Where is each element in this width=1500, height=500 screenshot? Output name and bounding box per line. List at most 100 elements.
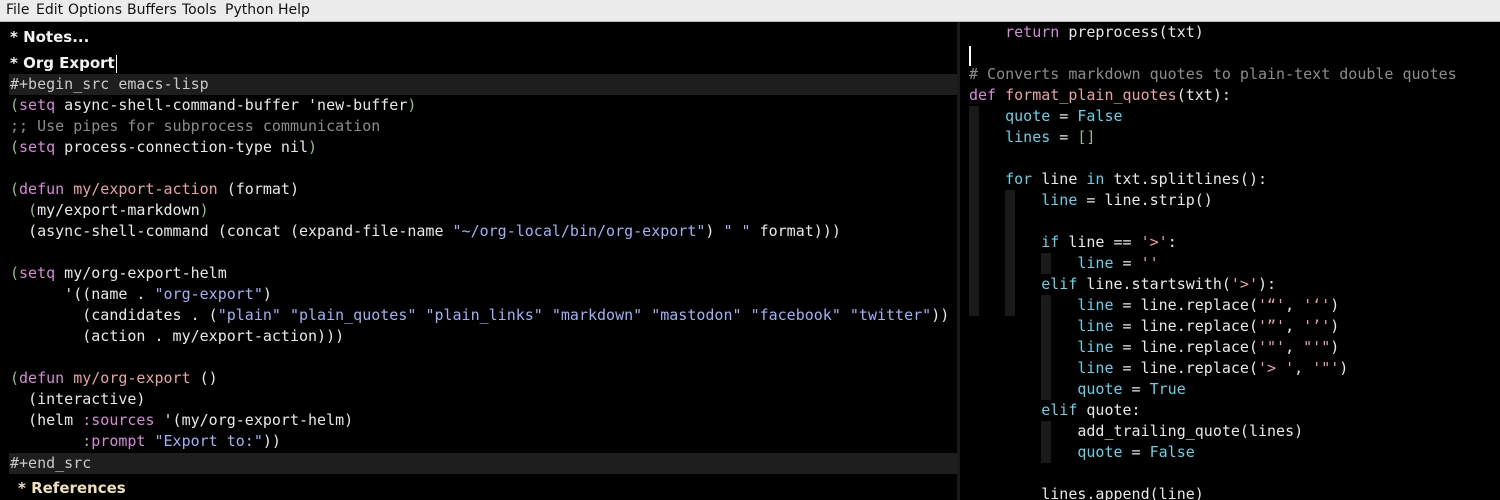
code-line[interactable]: return preprocess(txt): [969, 22, 1204, 43]
code-line[interactable]: quote = True: [969, 379, 1185, 400]
code-line[interactable]: line = '': [969, 253, 1158, 274]
menu-edit[interactable]: Edit: [35, 1, 64, 19]
code-line[interactable]: for line in txt.splitlines():: [969, 169, 1267, 190]
code-text: ,: [1294, 359, 1313, 377]
menu-options[interactable]: Options: [67, 1, 123, 19]
menu-tools[interactable]: Tools: [181, 1, 218, 19]
code-line[interactable]: '((name . "org-export"): [10, 284, 272, 305]
function-name: my/org-export: [64, 369, 191, 387]
code-line[interactable]: (async-shell-command (concat (expand-fil…: [10, 221, 841, 242]
code-line[interactable]: if line == '>':: [969, 232, 1176, 253]
code-text: = line.replace(: [1113, 296, 1258, 314]
variable: line: [1077, 317, 1114, 335]
string: '> ': [1258, 359, 1295, 377]
code-text: ): [262, 285, 272, 303]
function-name: format_plain_quotes: [996, 86, 1177, 104]
paren: ): [308, 138, 318, 156]
python-buffer-window[interactable]: return preprocess(txt) # Converts markdo…: [960, 22, 1500, 500]
code-text: =: [1050, 128, 1078, 146]
code-text: (helm: [28, 411, 83, 429]
code-line[interactable]: (setq my/org-export-helm: [10, 263, 227, 284]
code-text: quote:: [1077, 401, 1141, 419]
code-text: line: [1032, 170, 1087, 188]
code-text: ): [1339, 359, 1349, 377]
code-line[interactable]: (my/export-markdown): [10, 200, 209, 221]
code-text: ): [1330, 296, 1340, 314]
code-comment[interactable]: # Converts markdown quotes to plain-text…: [969, 64, 1457, 85]
variable: line: [1077, 359, 1114, 377]
code-line[interactable]: line = line.replace('”', '’'): [969, 316, 1339, 337]
code-line[interactable]: line = line.replace('> ', '"'): [969, 358, 1348, 379]
code-line[interactable]: elif quote:: [969, 400, 1141, 421]
code-text: = line.replace(: [1113, 359, 1258, 377]
variable: line: [1077, 254, 1114, 272]
code-text: txt.splitlines():: [1104, 170, 1268, 188]
code-text: ): [1330, 338, 1340, 356]
code-text: my/export-markdown: [37, 201, 200, 219]
keyword: setq: [19, 138, 56, 156]
code-line[interactable]: lines.append(line): [969, 484, 1204, 500]
code-text: (action . my/export-action))): [82, 327, 345, 345]
code-text: ,: [1285, 338, 1304, 356]
code-line[interactable]: quote = False: [969, 442, 1194, 463]
code-text: lines.append(line): [1041, 485, 1204, 500]
code-line[interactable]: :prompt "Export to:")): [10, 431, 281, 452]
text-cursor: [969, 46, 971, 66]
menu-python[interactable]: Python: [224, 1, 275, 19]
code-line[interactable]: line = line.replace('“', '‘'): [969, 295, 1339, 316]
code-line[interactable]: add_trailing_quote(lines): [969, 421, 1303, 442]
keyword: elif: [1041, 401, 1078, 419]
heading-org-export[interactable]: * Org Export: [10, 50, 117, 76]
code-line[interactable]: line = line.replace('"', "'"): [969, 337, 1339, 358]
keyword: setq: [19, 96, 56, 114]
code-line[interactable]: (action . my/export-action))): [10, 326, 344, 347]
code-line[interactable]: lines = []: [969, 127, 1095, 148]
code-line[interactable]: (setq async-shell-command-buffer 'new-bu…: [10, 95, 416, 116]
code-line[interactable]: line = line.strip(): [969, 190, 1213, 211]
code-text: process-connection-type nil: [55, 138, 309, 156]
heading-org-export-text: * Org Export: [10, 54, 115, 72]
string: "facebook": [750, 306, 841, 324]
menu-buffers[interactable]: Buffers: [126, 1, 178, 19]
begin-src-line[interactable]: #+begin_src emacs-lisp: [9, 74, 957, 95]
code-line[interactable]: quote = False: [969, 106, 1123, 127]
code-text: =: [1113, 254, 1141, 272]
code-text: preprocess(txt): [1059, 23, 1204, 41]
code-line[interactable]: (helm :sources '(my/org-export-helm): [10, 410, 353, 431]
variable: lines: [1005, 128, 1051, 146]
keyword: if: [1041, 233, 1060, 251]
code-line[interactable]: def format_plain_quotes(txt):: [969, 85, 1231, 106]
code-text: '(my/org-export-helm): [154, 411, 354, 429]
code-text: (async-shell-command (concat (expand-fil…: [28, 222, 453, 240]
string: '>': [1140, 233, 1168, 251]
code-line[interactable]: (setq process-connection-type nil): [10, 137, 317, 158]
constant: False: [1077, 107, 1123, 125]
menu-help[interactable]: Help: [277, 1, 311, 19]
code-line[interactable]: (interactive): [10, 389, 145, 410]
code-text: )): [931, 306, 950, 324]
code-text: '((name .: [64, 285, 155, 303]
string: "org-export": [154, 285, 263, 303]
code-line[interactable]: (candidates . ("plain" "plain_quotes" "p…: [10, 305, 949, 326]
code-line[interactable]: (defun my/org-export (): [10, 368, 218, 389]
end-src-line[interactable]: #+end_src: [9, 453, 957, 474]
heading-references[interactable]: * References: [18, 475, 126, 500]
heading-notes[interactable]: * Notes...: [10, 24, 89, 50]
variable: quote: [1077, 443, 1123, 461]
code-line[interactable]: elif line.startswith('>'):: [969, 274, 1276, 295]
menu-file[interactable]: File: [5, 1, 30, 19]
org-buffer-window[interactable]: * Notes... * Org Export #+begin_src emac…: [0, 22, 957, 500]
code-line[interactable]: (defun my/export-action (format): [10, 179, 299, 200]
string: "plain_quotes": [289, 306, 417, 324]
code-comment[interactable]: ;; Use pipes for subprocess communicatio…: [10, 116, 380, 137]
